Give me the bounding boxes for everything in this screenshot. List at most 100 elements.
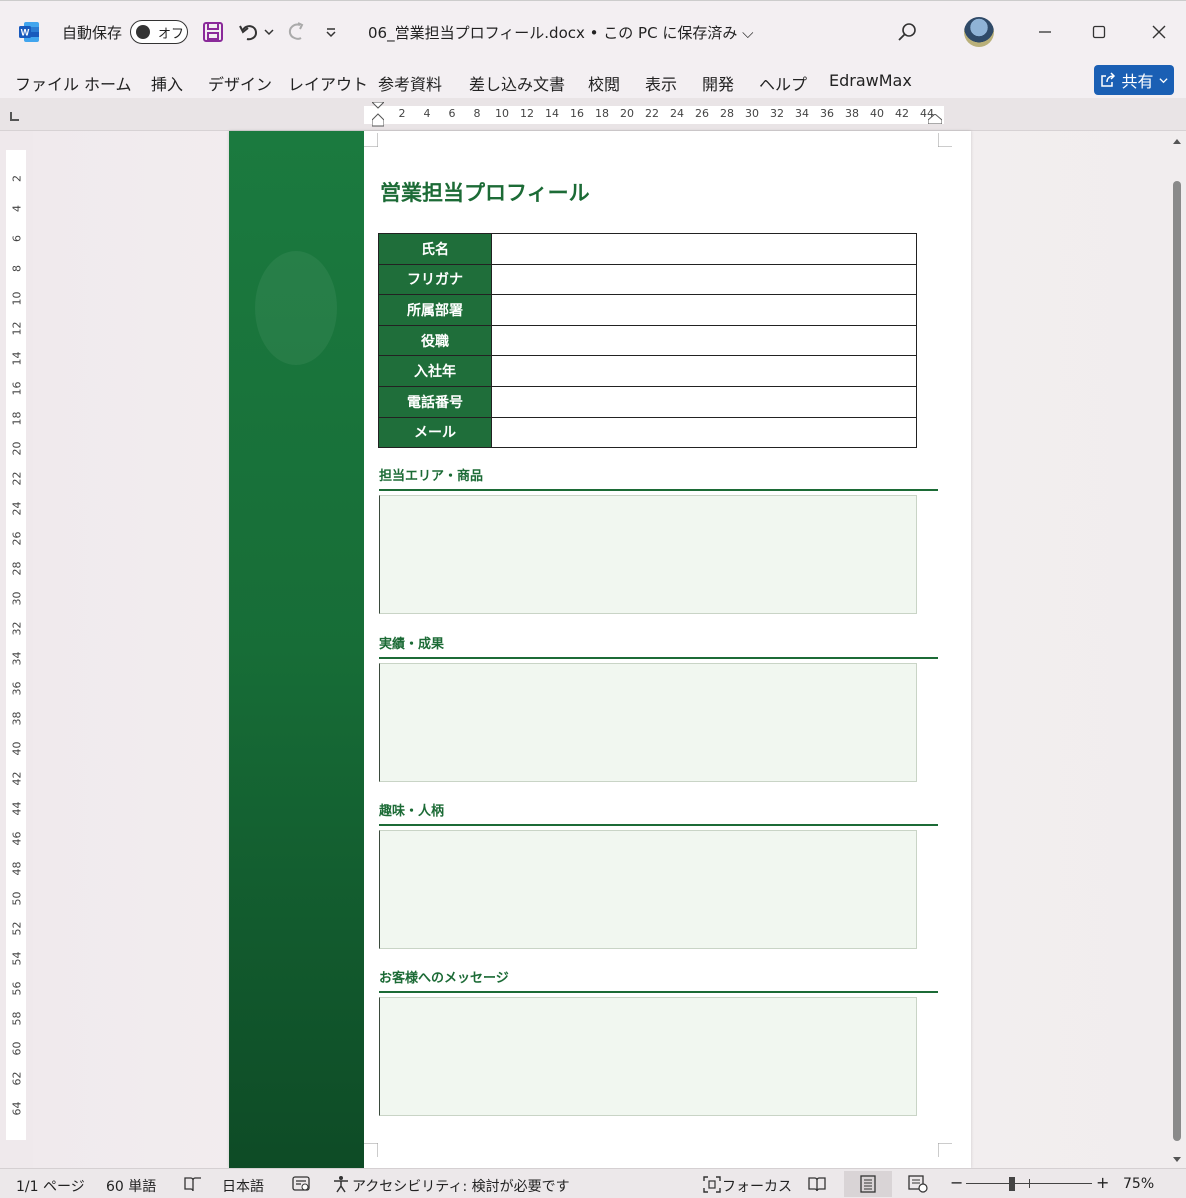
- tab-stop-selector-icon[interactable]: [10, 112, 19, 121]
- ruler-tick-label: 60: [10, 1041, 24, 1056]
- scrollbar-thumb[interactable]: [1173, 181, 1181, 1141]
- text-predictions-icon[interactable]: [292, 1175, 310, 1193]
- table-row: 氏名: [378, 233, 917, 265]
- word-count[interactable]: 60 単語: [106, 1176, 156, 1196]
- ruler-tick-label: 22: [10, 471, 24, 486]
- ribbon-tabs: ファイル ホーム 挿入 デザイン レイアウト 参考資料 差し込み文書 校閲 表示…: [0, 62, 1186, 98]
- profile-info-table: 氏名 フリガナ 所属部署 役職 入社年 電話番号 メール: [378, 233, 917, 449]
- ruler-tick-label: 24: [10, 501, 24, 516]
- zoom-out-button[interactable]: −: [950, 1173, 963, 1192]
- achievements-textbox[interactable]: [379, 663, 917, 782]
- redo-icon[interactable]: [284, 19, 310, 45]
- page-count[interactable]: 1/1 ページ: [16, 1176, 85, 1196]
- tab-help[interactable]: ヘルプ: [759, 71, 807, 95]
- status-bar: 1/1 ページ 60 単語 日本語 アクセシビリティ: 検討が必要です フォーカ…: [0, 1168, 1186, 1198]
- document-title[interactable]: 06_営業担当プロフィール.docx • この PC に保存済み ⌵: [368, 22, 753, 43]
- ruler-tick-label: 34: [795, 107, 809, 120]
- zoom-in-button[interactable]: +: [1096, 1173, 1109, 1192]
- ruler-tick-label: 44: [10, 801, 24, 816]
- customize-icon[interactable]: [318, 19, 344, 45]
- furigana-cell[interactable]: [491, 263, 917, 296]
- ruler-tick-label: 26: [10, 531, 24, 546]
- email-cell[interactable]: [491, 416, 917, 449]
- customer-message-textbox[interactable]: [379, 997, 917, 1116]
- svg-text:W: W: [21, 28, 30, 38]
- save-icon[interactable]: [200, 19, 226, 45]
- document-page[interactable]: 営業担当プロフィール 氏名 フリガナ 所属部署 役職 入社年 電話番号 メール …: [229, 131, 971, 1168]
- proofing-book-icon[interactable]: [184, 1176, 202, 1192]
- zoom-slider-center-tick: [1029, 1179, 1030, 1188]
- tab-edrawmax[interactable]: EdrawMax: [829, 71, 912, 90]
- tab-home[interactable]: ホーム: [84, 71, 132, 95]
- page-title[interactable]: 営業担当プロフィール: [380, 177, 590, 207]
- accessibility-icon[interactable]: [332, 1175, 350, 1193]
- section-divider: [379, 489, 938, 491]
- ruler-tick-label: 24: [670, 107, 684, 120]
- hobbies-textbox[interactable]: [379, 830, 917, 949]
- table-row: 所属部署: [378, 294, 917, 326]
- autosave-label: 自動保存: [62, 24, 123, 42]
- row-label-position: 役職: [378, 324, 492, 357]
- tab-references[interactable]: 参考資料: [378, 71, 442, 95]
- tab-developer[interactable]: 開発: [702, 71, 734, 95]
- ruler-tick-label: 6: [448, 107, 456, 120]
- read-mode-icon[interactable]: [804, 1171, 830, 1197]
- maximize-icon[interactable]: [1084, 17, 1114, 47]
- focus-label[interactable]: フォーカス: [722, 1176, 792, 1196]
- zoom-level[interactable]: 75%: [1123, 1176, 1154, 1192]
- indent-marker-icon[interactable]: [372, 102, 384, 128]
- share-button[interactable]: 共有: [1094, 65, 1174, 95]
- ruler-tick-label: 38: [845, 107, 859, 120]
- section-heading-achievements: 実績・成果: [379, 637, 445, 652]
- crop-mark-icon: [938, 133, 952, 147]
- language-label[interactable]: 日本語: [222, 1176, 264, 1196]
- name-cell[interactable]: [491, 233, 917, 265]
- position-cell[interactable]: [491, 324, 917, 357]
- table-row: メール: [378, 416, 917, 449]
- autosave-toggle[interactable]: オフ: [130, 20, 188, 44]
- tab-review[interactable]: 校閲: [588, 71, 620, 95]
- close-icon[interactable]: [1144, 17, 1174, 47]
- row-label-department: 所属部署: [378, 294, 492, 326]
- web-layout-icon[interactable]: [905, 1171, 931, 1197]
- horizontal-ruler[interactable]: 2 4 6 8 10 12 14 16 18 20 22 24 26 28 30 32 34 36 38 40 42 44: [364, 102, 944, 127]
- tab-view[interactable]: 表示: [645, 71, 677, 95]
- ruler-tick-label: 56: [10, 981, 24, 996]
- ruler-tick-label: 10: [10, 291, 24, 306]
- ruler-tick-label: 32: [10, 621, 24, 636]
- focus-icon[interactable]: [703, 1176, 721, 1193]
- department-cell[interactable]: [491, 294, 917, 326]
- toggle-knob: [136, 25, 150, 39]
- crop-mark-icon: [364, 133, 378, 147]
- ruler-tick-label: 44: [920, 107, 934, 120]
- ruler-tick-label: 8: [473, 107, 481, 120]
- ruler-tick-label: 18: [10, 411, 24, 426]
- undo-dropdown-icon[interactable]: [262, 19, 276, 45]
- tab-design[interactable]: デザイン: [208, 71, 272, 95]
- print-layout-icon[interactable]: [844, 1171, 892, 1197]
- minimize-icon[interactable]: [1030, 17, 1060, 47]
- vertical-ruler[interactable]: 2 4 6 8 10 12 14 16 18 20 22 24 26 28 30 32 34 36 38 40 42 44…: [6, 150, 26, 1140]
- tab-file[interactable]: ファイル: [15, 71, 79, 95]
- title-bar: W 自動保存 オフ 06_営業担当プロフィール.docx • この PC に保存…: [0, 0, 1186, 62]
- tab-insert[interactable]: 挿入: [151, 71, 183, 95]
- ruler-tick-label: 2: [398, 107, 406, 120]
- crop-mark-icon: [364, 1143, 378, 1157]
- tab-layout[interactable]: レイアウト: [288, 71, 368, 95]
- avatar[interactable]: [964, 17, 994, 47]
- zoom-slider-handle[interactable]: [1009, 1177, 1015, 1191]
- vertical-scrollbar[interactable]: [1168, 131, 1186, 1168]
- accessibility-status[interactable]: アクセシビリティ: 検討が必要です: [352, 1176, 570, 1196]
- ruler-tick-label: 40: [870, 107, 884, 120]
- scroll-up-icon[interactable]: [1172, 137, 1182, 145]
- ruler-tick-label: 2: [10, 175, 24, 182]
- crop-mark-icon: [938, 1143, 952, 1157]
- tab-mailings[interactable]: 差し込み文書: [469, 71, 565, 95]
- undo-icon[interactable]: [236, 19, 262, 45]
- join-year-cell[interactable]: [491, 355, 917, 387]
- ruler-tick-label: 48: [10, 861, 24, 876]
- area-products-textbox[interactable]: [379, 495, 917, 614]
- phone-cell[interactable]: [491, 385, 917, 418]
- scroll-down-icon[interactable]: [1172, 1156, 1182, 1164]
- search-icon[interactable]: [892, 17, 922, 47]
